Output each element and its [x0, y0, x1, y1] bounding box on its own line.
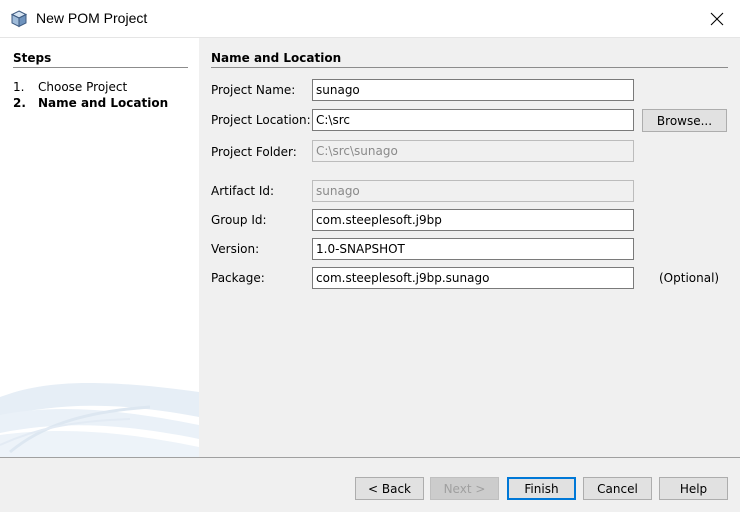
help-button[interactable]: Help: [659, 477, 728, 500]
package-input[interactable]: [312, 267, 634, 289]
project-name-input[interactable]: [312, 79, 634, 101]
new-pom-project-dialog: New POM Project Steps 1. Choose Project 2…: [0, 0, 740, 512]
step-number: 1.: [13, 80, 25, 94]
section-heading: Name and Location: [211, 51, 728, 68]
step-item-name-and-location: 2. Name and Location: [13, 95, 168, 111]
steps-list: 1. Choose Project 2. Name and Location: [13, 79, 168, 111]
project-location-label: Project Location:: [211, 113, 311, 127]
project-location-input[interactable]: [312, 109, 634, 131]
project-folder-label: Project Folder:: [211, 145, 297, 159]
group-id-label: Group Id:: [211, 213, 267, 227]
title-bar: New POM Project: [0, 0, 740, 38]
steps-heading: Steps: [13, 51, 188, 68]
step-label: Choose Project: [38, 80, 128, 94]
version-label: Version:: [211, 242, 260, 256]
next-button[interactable]: Next >: [430, 477, 499, 500]
decorative-swoosh-graphic: [0, 382, 199, 457]
name-and-location-panel: Name and Location Project Name: Project …: [199, 38, 740, 457]
cancel-button[interactable]: Cancel: [583, 477, 652, 500]
step-number: 2.: [13, 96, 26, 110]
project-name-label: Project Name:: [211, 83, 296, 97]
step-item-choose-project: 1. Choose Project: [13, 79, 168, 95]
button-bar: < Back Next > Finish Cancel Help: [0, 458, 740, 512]
back-button[interactable]: < Back: [355, 477, 424, 500]
optional-label: (Optional): [659, 271, 720, 285]
close-icon: [710, 12, 724, 26]
close-button[interactable]: [694, 0, 740, 38]
cube-icon: [10, 10, 28, 28]
artifact-id-label: Artifact Id:: [211, 184, 275, 198]
artifact-id-input: [312, 180, 634, 202]
steps-panel: Steps 1. Choose Project 2. Name and Locati…: [0, 38, 199, 457]
group-id-input[interactable]: [312, 209, 634, 231]
browse-button[interactable]: Browse...: [642, 109, 727, 132]
project-folder-input: [312, 140, 634, 162]
step-label: Name and Location: [38, 96, 169, 110]
package-label: Package:: [211, 271, 265, 285]
version-input[interactable]: [312, 238, 634, 260]
window-title: New POM Project: [36, 10, 148, 26]
finish-button[interactable]: Finish: [507, 477, 576, 500]
